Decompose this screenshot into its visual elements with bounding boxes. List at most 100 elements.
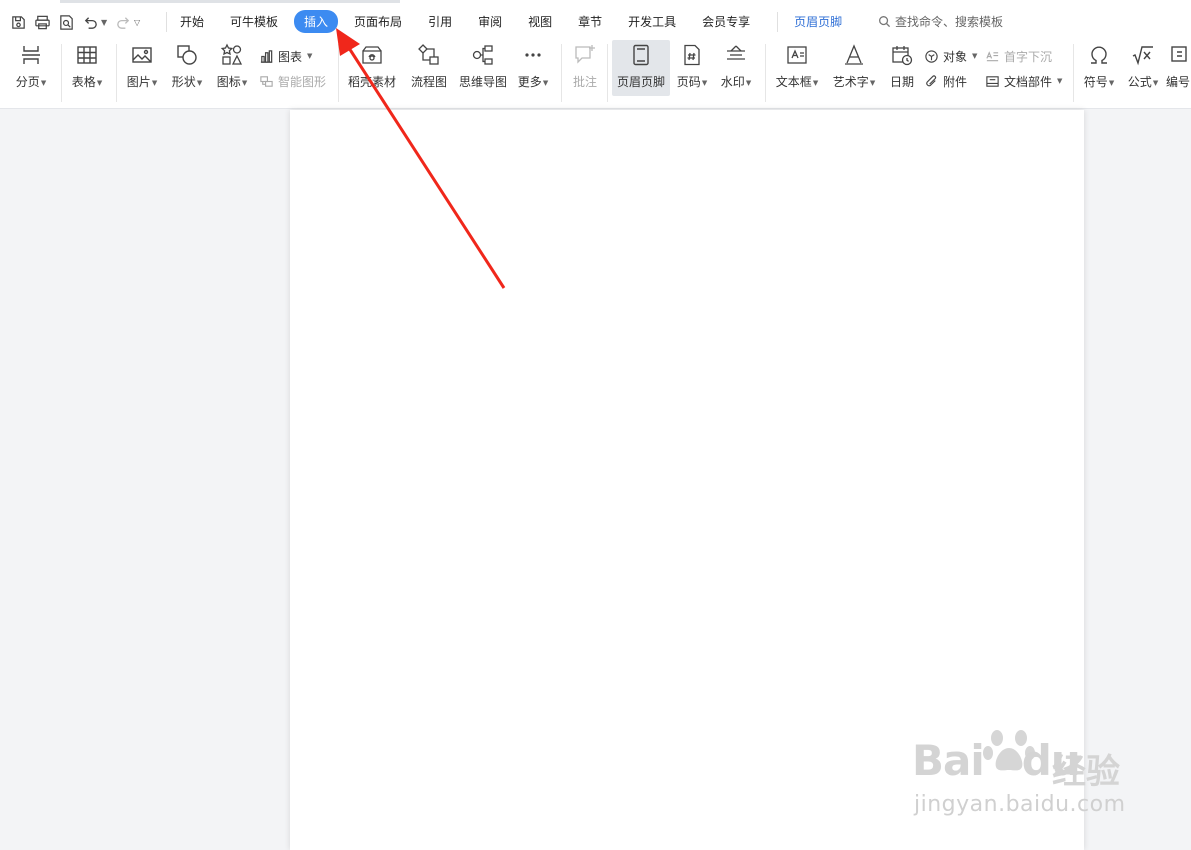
omega-icon — [1084, 40, 1114, 70]
numbering-icon — [1166, 40, 1191, 70]
dropdown-arrow-icon: ▼ — [701, 78, 708, 87]
tab-home[interactable]: 开始 — [170, 10, 214, 33]
search-placeholder: 查找命令、搜索模板 — [895, 15, 1004, 29]
wordart-button[interactable]: 艺术字▼ — [828, 40, 880, 96]
title-toolbar: ▼ ▽ 开始 可牛模板 插入 页面布局 引用 审阅 视图 章节 开发工具 会员专… — [0, 0, 1191, 44]
undo-icon[interactable] — [80, 12, 100, 32]
divider — [61, 44, 62, 102]
dropdown-arrow-icon: ▼ — [196, 78, 203, 87]
formula-button[interactable]: 公式▼ — [1124, 40, 1162, 96]
divider — [338, 44, 339, 102]
comment-button[interactable]: 批注 — [567, 40, 603, 96]
attachment-label: 附件 — [943, 74, 968, 89]
menu-tabs: 开始 可牛模板 插入 页面布局 引用 审阅 视图 章节 开发工具 会员专享 页眉… — [170, 10, 858, 33]
divider — [765, 44, 766, 102]
mindmap-icon — [468, 40, 498, 70]
tab-header-footer[interactable]: 页眉页脚 — [784, 10, 852, 33]
comment-label: 批注 — [572, 75, 597, 89]
numbering-button[interactable]: 编号 — [1166, 40, 1191, 96]
divider — [1073, 44, 1074, 102]
flowchart-label: 流程图 — [410, 75, 447, 89]
redo-icon[interactable] — [113, 12, 133, 32]
formula-label: 公式 — [1127, 75, 1152, 89]
page-break-label: 分页 — [15, 75, 40, 89]
more-label: 更多 — [517, 75, 542, 89]
tab-references[interactable]: 引用 — [418, 10, 462, 33]
shape-label: 形状 — [171, 75, 196, 89]
tab-insert[interactable]: 插入 — [294, 10, 339, 33]
shape-icon — [172, 40, 202, 70]
table-button[interactable]: 表格▼ — [66, 40, 108, 96]
watermark-button[interactable]: 水印▼ — [717, 40, 755, 96]
dropdown-arrow-icon: ▼ — [241, 78, 248, 87]
symbol-label: 符号 — [1083, 75, 1108, 89]
icons-label: 图标 — [216, 75, 241, 89]
tab-chapter[interactable]: 章节 — [568, 10, 612, 33]
smart-art-button[interactable]: 智能图形 — [259, 71, 326, 91]
dropdown-arrow-icon: ▼ — [869, 78, 876, 87]
header-footer-button[interactable]: 页眉页脚 — [612, 40, 670, 96]
tab-view[interactable]: 视图 — [518, 10, 562, 33]
attachment-button[interactable]: 附件 — [924, 71, 967, 91]
formula-icon — [1128, 40, 1158, 70]
tab-member[interactable]: 会员专享 — [692, 10, 760, 33]
mindmap-label: 思维导图 — [458, 75, 507, 89]
smart-art-icon — [260, 75, 273, 87]
chart-icon — [260, 49, 273, 63]
print-icon[interactable] — [32, 12, 52, 32]
doc-parts-button[interactable]: 文档部件 ▼ — [985, 71, 1062, 91]
drop-cap-button[interactable]: 首字下沉 — [985, 46, 1052, 66]
divider — [166, 12, 167, 32]
dropdown-arrow-icon: ▼ — [96, 78, 103, 87]
drop-cap-label: 首字下沉 — [1004, 49, 1053, 64]
textbox-button[interactable]: 文本框▼ — [772, 40, 822, 96]
flowchart-button[interactable]: 流程图 — [407, 40, 451, 96]
baidu-logo-left: Bai — [912, 736, 985, 785]
dropdown-arrow-icon: ▼ — [1108, 78, 1115, 87]
material-icon — [357, 40, 387, 70]
tab-page-layout[interactable]: 页面布局 — [344, 10, 412, 33]
tab-review[interactable]: 审阅 — [468, 10, 512, 33]
tab-developer[interactable]: 开发工具 — [618, 10, 686, 33]
header-footer-label: 页眉页脚 — [616, 75, 665, 89]
divider — [777, 12, 778, 32]
mindmap-button[interactable]: 思维导图 — [456, 40, 510, 96]
date-button[interactable]: 日期 — [886, 40, 918, 96]
dropdown-arrow-icon: ▼ — [812, 78, 819, 87]
customize-toolbar-icon[interactable]: ▽ — [134, 18, 142, 27]
header-footer-icon — [626, 40, 656, 70]
dropdown-arrow-icon: ▼ — [151, 78, 158, 87]
quick-access-toolbar: ▼ ▽ — [8, 12, 142, 32]
baidu-jingyan-watermark: Bai du 经验 jingyan.baidu.com — [912, 722, 1132, 832]
watermark-label: 水印 — [720, 75, 745, 89]
tab-templates[interactable]: 可牛模板 — [220, 10, 288, 33]
shape-button[interactable]: 形状▼ — [167, 40, 207, 96]
docer-material-button[interactable]: 稻壳素材 — [344, 40, 400, 96]
more-button[interactable]: 更多▼ — [514, 40, 552, 96]
picture-label: 图片 — [126, 75, 151, 89]
page-number-icon — [677, 40, 707, 70]
command-search[interactable]: 查找命令、搜索模板 — [878, 13, 1003, 30]
docer-material-label: 稻壳素材 — [347, 75, 396, 89]
dropdown-arrow-icon: ▼ — [1152, 78, 1159, 87]
divider — [561, 44, 562, 102]
page-break-button[interactable]: 分页▼ — [8, 40, 54, 96]
icons-button[interactable]: 图标▼ — [212, 40, 252, 96]
save-icon[interactable] — [8, 12, 28, 32]
symbol-button[interactable]: 符号▼ — [1079, 40, 1119, 96]
chart-label: 图表 — [278, 49, 303, 64]
undo-dropdown-icon[interactable]: ▼ — [101, 18, 109, 27]
print-preview-icon[interactable] — [56, 12, 76, 32]
flowchart-icon — [414, 40, 444, 70]
smart-art-label: 智能图形 — [278, 74, 327, 89]
object-button[interactable]: 对象 ▼ — [924, 46, 977, 66]
dropdown-arrow-icon: ▼ — [745, 78, 752, 87]
page-number-button[interactable]: 页码▼ — [673, 40, 711, 96]
comment-icon — [570, 40, 600, 70]
wordart-label: 艺术字 — [832, 75, 869, 89]
picture-button[interactable]: 图片▼ — [122, 40, 162, 96]
loading-bar — [60, 0, 400, 3]
page-break-icon — [16, 40, 46, 70]
chart-button[interactable]: 图表 ▼ — [259, 46, 312, 66]
numbering-label: 编号 — [1166, 75, 1191, 89]
